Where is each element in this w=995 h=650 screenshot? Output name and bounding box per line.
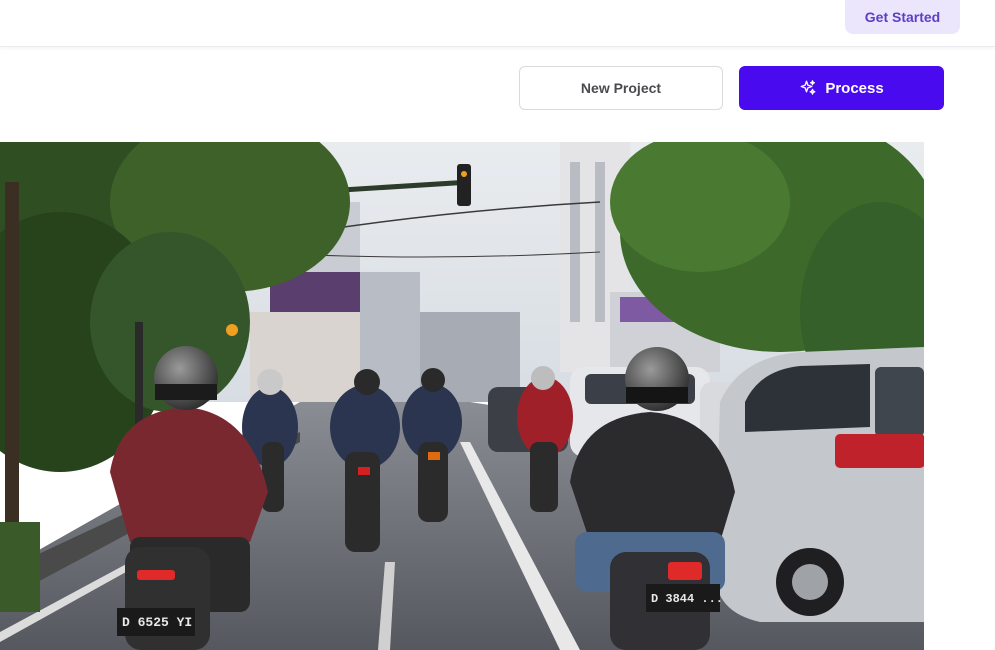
plate-right: D 3844 ... (651, 592, 723, 606)
top-navbar: Get Started (0, 0, 995, 47)
sparkles-icon (799, 79, 817, 97)
process-button[interactable]: Process (739, 66, 944, 110)
process-label: Process (825, 79, 884, 97)
plate-left: D 6525 YI (122, 615, 192, 630)
get-started-button[interactable]: Get Started (845, 0, 960, 34)
street-photo: D 6525 YI D 3844 ... (0, 142, 924, 650)
new-project-button[interactable]: New Project (519, 66, 723, 110)
